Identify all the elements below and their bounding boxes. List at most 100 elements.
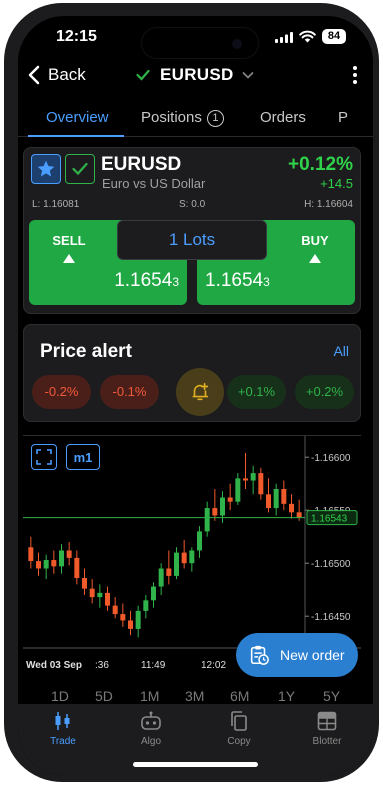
sell-label-area: SELL xyxy=(29,220,109,264)
candle-body xyxy=(59,550,64,567)
candle-body xyxy=(243,478,248,481)
buy-price-main: 1.1654 xyxy=(205,270,264,291)
buy-price: 1.16543 xyxy=(205,270,270,292)
tab-overflow[interactable]: P xyxy=(338,109,348,126)
price-alert-card: Price alert All -0.2% -0.1% +0.1% +0.2% xyxy=(23,324,361,422)
candles-icon xyxy=(55,712,70,730)
dynamic-island xyxy=(141,27,259,59)
range-3m[interactable]: 3M xyxy=(185,688,204,704)
candle-body xyxy=(158,568,164,587)
bottom-nav: Trade Algo Copy Blotter xyxy=(18,704,373,775)
trade-buttons: SELL 1.16543 BUY 1.16543 1 Lots xyxy=(29,220,355,305)
tab-orders[interactable]: Orders xyxy=(260,109,306,126)
lots-selector[interactable]: 1 Lots xyxy=(117,220,267,260)
candle-body xyxy=(135,610,141,629)
alert-minus-0-1-button[interactable]: -0.1% xyxy=(100,375,159,409)
back-label: Back xyxy=(48,65,86,84)
candle-body xyxy=(112,605,118,615)
candle-body xyxy=(266,494,271,509)
sell-price-pip: 3 xyxy=(172,275,179,289)
grid-table-icon xyxy=(317,711,337,731)
candle-body xyxy=(204,508,210,532)
all-alerts-link[interactable]: All xyxy=(333,343,349,359)
alert-plus-0-1-button[interactable]: +0.1% xyxy=(227,375,286,409)
select-instrument-button[interactable] xyxy=(65,154,95,184)
nav-copy[interactable]: Copy xyxy=(209,710,269,747)
candle-body xyxy=(66,550,72,558)
screen: 12:15 84 Back EURUSD Overview Positions 1… xyxy=(18,16,373,775)
price-tick-label: -1.16450 xyxy=(311,612,351,623)
candle-body xyxy=(166,568,172,576)
candle-body xyxy=(227,497,233,502)
positions-count-badge: 1 xyxy=(206,110,224,127)
nav-bar: Back EURUSD xyxy=(18,60,373,94)
chevron-down-icon xyxy=(242,71,254,79)
battery-icon: 84 xyxy=(322,29,346,44)
candle-body xyxy=(74,557,80,579)
favorite-button[interactable] xyxy=(31,154,61,184)
nav-title: EURUSD xyxy=(160,65,234,84)
candle-body xyxy=(296,512,302,518)
candle-body xyxy=(235,478,241,502)
candle-body xyxy=(181,552,187,564)
alert-plus-0-2-button[interactable]: +0.2% xyxy=(295,375,354,409)
instrument-selector[interactable]: EURUSD xyxy=(136,65,254,85)
sell-label: SELL xyxy=(52,233,86,248)
candle-body xyxy=(28,547,34,562)
candle-body xyxy=(289,503,294,513)
nav-algo[interactable]: Algo xyxy=(121,710,181,747)
time-tick-label: 12:02 xyxy=(201,660,226,671)
chevron-left-icon xyxy=(28,65,40,85)
range-1d[interactable]: 1D xyxy=(51,688,69,704)
check-icon xyxy=(136,69,150,81)
range-5d[interactable]: 5D xyxy=(95,688,113,704)
range-5y[interactable]: 5Y xyxy=(323,688,340,704)
check-icon xyxy=(72,162,88,176)
spread-value: S: 0.0 xyxy=(179,199,206,210)
candle-body xyxy=(189,550,195,564)
candle-body xyxy=(250,473,256,481)
clipboard-clock-icon xyxy=(250,645,269,665)
phone-frame: 12:15 84 Back EURUSD Overview Positions 1… xyxy=(4,3,379,782)
price-alert-title: Price alert xyxy=(40,341,132,362)
wifi-icon xyxy=(299,30,316,43)
range-6m[interactable]: 6M xyxy=(230,688,249,704)
nav-copy-label: Copy xyxy=(227,736,251,747)
alert-minus-0-2-button[interactable]: -0.2% xyxy=(32,375,91,409)
nav-trade[interactable]: Trade xyxy=(33,710,93,747)
candle-body xyxy=(128,620,133,629)
price-tick-label: -1.16600 xyxy=(311,453,351,464)
triangle-up-icon xyxy=(63,254,75,263)
add-alert-button[interactable] xyxy=(176,368,224,416)
current-price-label: 1.16543 xyxy=(311,514,348,525)
change-percent: +0.12% xyxy=(288,154,353,175)
candle-body xyxy=(197,531,202,551)
buy-label-area: BUY xyxy=(275,220,355,264)
star-icon xyxy=(37,160,55,177)
bell-plus-icon xyxy=(192,382,209,401)
tab-positions[interactable]: Positions 1 xyxy=(141,109,224,127)
back-button[interactable]: Back xyxy=(28,65,86,85)
instrument-description: Euro vs US Dollar xyxy=(102,176,206,191)
range-1m[interactable]: 1M xyxy=(140,688,159,704)
home-indicator xyxy=(133,762,258,767)
candle-body xyxy=(51,560,57,567)
candle-body xyxy=(174,552,179,576)
tab-bar: Overview Positions 1 Orders P xyxy=(18,104,373,137)
high-value: H: 1.16604 xyxy=(304,199,353,210)
more-menu-button[interactable] xyxy=(350,64,360,86)
range-1y[interactable]: 1Y xyxy=(278,688,295,704)
tab-overview[interactable]: Overview xyxy=(46,109,109,126)
status-time: 12:15 xyxy=(56,28,97,45)
buy-label: BUY xyxy=(301,233,329,248)
time-tick-label: :36 xyxy=(95,660,109,671)
candle-body xyxy=(89,588,95,598)
new-order-button[interactable]: New order xyxy=(236,633,358,677)
candle-body xyxy=(43,560,49,569)
new-order-label: New order xyxy=(280,647,345,663)
nav-blotter[interactable]: Blotter xyxy=(297,710,357,747)
candle-body xyxy=(120,614,126,621)
nav-blotter-label: Blotter xyxy=(312,736,342,747)
signal-icon xyxy=(275,32,293,43)
candle-body xyxy=(220,497,225,516)
